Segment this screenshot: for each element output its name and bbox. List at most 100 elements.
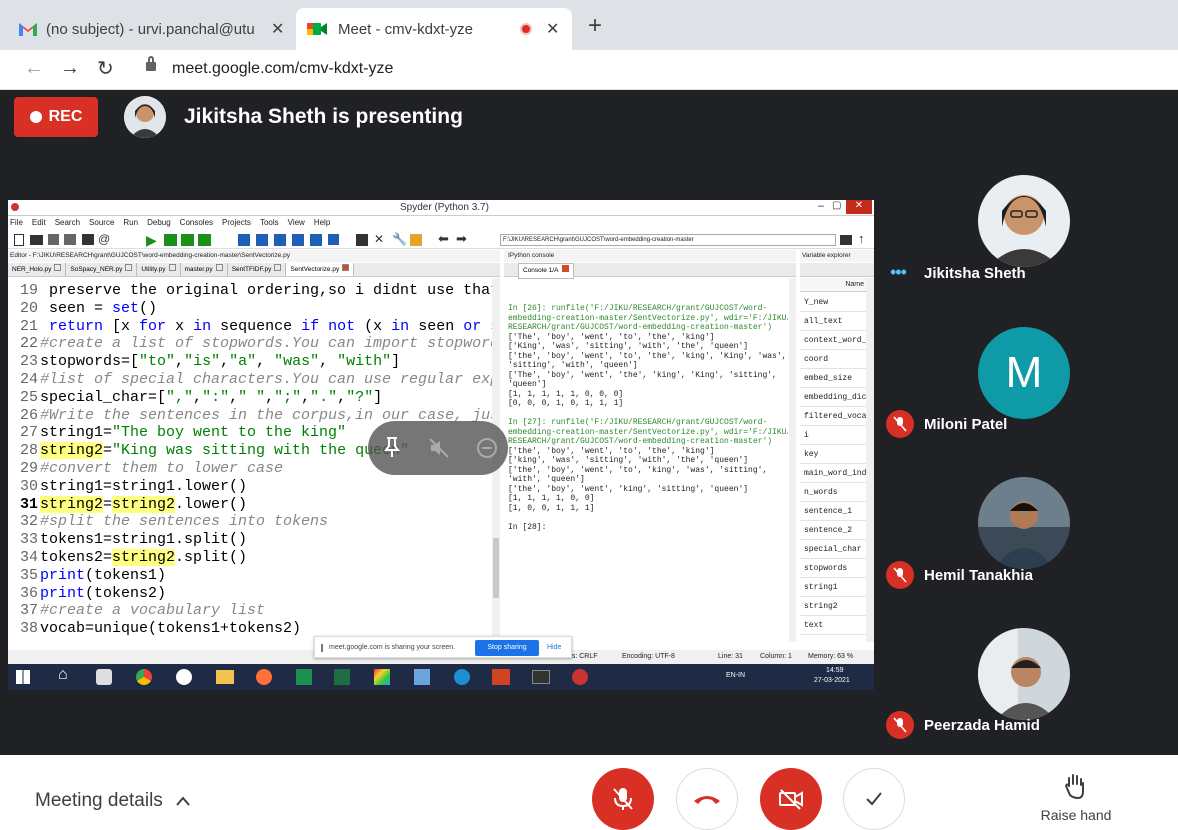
variable-row[interactable]: coord [800,350,866,369]
editor-tab[interactable]: NER_Holo.py [8,263,67,276]
pin-icon[interactable] [382,436,402,458]
run-cell-icon[interactable] [164,234,177,246]
stop-debug-icon[interactable] [328,234,339,245]
new-tab-icon[interactable]: + [588,12,602,40]
variable-row[interactable]: all_text [800,312,866,331]
more-options-button[interactable] [843,768,905,830]
menu-item-tools[interactable]: Tools [260,218,279,230]
variable-row[interactable]: key [800,445,866,464]
variable-row[interactable]: i [800,426,866,445]
variable-list[interactable]: Y_new all_text context_word_i coord embed_si… [800,293,866,642]
continue-icon[interactable] [310,234,322,246]
firefox-icon[interactable] [256,669,272,685]
close-button[interactable]: ✕ [846,200,872,214]
variable-row[interactable]: n_words [800,483,866,502]
save-icon[interactable] [48,234,59,245]
app-blue-icon[interactable] [414,669,430,685]
run-cell-advance-icon[interactable] [181,234,194,246]
maximize-pane-icon[interactable] [356,234,368,246]
new-file-icon[interactable] [14,234,24,246]
console-scrollbar[interactable] [789,278,796,642]
variable-row[interactable]: context_word_i [800,331,866,350]
menu-item-debug[interactable]: Debug [147,218,171,230]
terminal-icon[interactable] [532,670,550,684]
url-text[interactable]: meet.google.com/cmv-kdxt-yze [172,60,393,78]
variable-row[interactable]: stopwords [800,559,866,578]
menu-item-projects[interactable]: Projects [222,218,251,230]
varexp-scrollbar[interactable] [866,278,874,642]
close-icon[interactable] [274,264,282,271]
powerpoint-icon[interactable] [492,669,510,685]
editor-tab[interactable]: SentTFIDF.py [228,263,287,276]
menu-item-consoles[interactable]: Consoles [180,218,213,230]
stop-sharing-button[interactable]: Stop sharing [475,640,539,656]
mute-presentation-icon[interactable] [428,437,450,459]
meeting-details-button[interactable]: Meeting details [35,790,191,812]
variable-row[interactable]: filtered_vocab [800,407,866,426]
leave-call-button[interactable] [676,768,738,830]
maximize-button[interactable]: ▢ [832,200,841,211]
step-icon[interactable] [256,234,268,246]
remove-icon[interactable] [476,437,498,459]
reload-icon[interactable]: ↻ [97,56,114,81]
menu-item-source[interactable]: Source [89,218,114,230]
windows-start-icon[interactable] [16,670,30,684]
forward-arrow-icon[interactable]: ➡ [456,231,467,247]
camera-app-icon[interactable] [96,669,112,685]
step-return-icon[interactable] [292,234,304,246]
menu-item-file[interactable]: File [10,218,23,230]
editor-scroll-thumb[interactable] [493,538,499,598]
edge-icon[interactable] [454,669,470,685]
variable-row[interactable]: main_word_inde [800,464,866,483]
close-icon[interactable] [125,264,133,271]
file-explorer-icon[interactable] [216,670,234,684]
menu-item-run[interactable]: Run [123,218,138,230]
close-icon[interactable] [342,264,350,271]
save-all-icon[interactable] [64,234,76,245]
close-icon[interactable] [215,264,223,271]
step-into-icon[interactable] [274,234,286,246]
back-arrow-icon[interactable]: ⬅ [438,231,449,247]
variable-row[interactable]: embedding_dict [800,388,866,407]
close-icon[interactable]: ✕ [271,19,284,39]
run-selection-icon[interactable] [198,234,211,246]
menu-item-search[interactable]: Search [55,218,80,230]
close-icon[interactable] [168,264,176,271]
run-icon[interactable]: ▶ [146,232,157,249]
raise-hand-button[interactable]: Raise hand [1030,772,1122,823]
console-tab[interactable]: Console 1/A [518,263,574,279]
editor-tab[interactable]: SentVectorize.py [286,263,355,276]
list-icon[interactable] [82,234,94,245]
hide-button[interactable]: Hide [547,637,561,659]
back-icon[interactable]: ← [24,57,44,80]
variable-row[interactable]: sentence_1 [800,502,866,521]
debug-icon[interactable] [238,234,250,246]
app-green-icon[interactable] [296,669,312,685]
close-icon[interactable] [561,265,569,272]
excel-icon[interactable] [334,669,350,685]
at-icon[interactable]: @ [98,232,110,246]
browser-tab-meet[interactable]: Meet - cmv-kdxt-yze ✕ [296,8,572,50]
console-output[interactable]: In [26]: runfile('F:/JIKU/RESEARCH/grant… [508,304,788,634]
chrome-icon[interactable] [136,669,152,685]
camera-toggle-button[interactable] [760,768,822,830]
working-directory-field[interactable]: F:\JIKU\RESEARCH\grant\GUJCOST\word-embe… [500,234,836,246]
home-icon[interactable]: ⌂ [58,666,68,684]
parent-dir-icon[interactable]: ↑ [858,231,865,246]
hp-icon[interactable] [176,669,192,685]
variable-row[interactable]: text [800,616,866,635]
menu-item-edit[interactable]: Edit [32,218,46,230]
editor-tab[interactable]: master.py [181,263,228,276]
tools-icon[interactable]: 🔧 [392,232,407,246]
browse-folder-icon[interactable] [840,235,852,245]
mic-toggle-button[interactable] [592,768,654,830]
variable-row[interactable]: string2 [800,597,866,616]
menu-item-help[interactable]: Help [314,218,330,230]
paint-icon[interactable] [374,669,390,685]
variable-row[interactable]: Y_new [800,293,866,312]
forward-icon[interactable]: → [60,57,80,80]
editor-tab[interactable]: Utility.py [137,263,181,276]
variable-row[interactable]: sentence_2 [800,521,866,540]
close-icon[interactable]: ✕ [546,19,559,39]
close-icon[interactable] [54,264,62,271]
